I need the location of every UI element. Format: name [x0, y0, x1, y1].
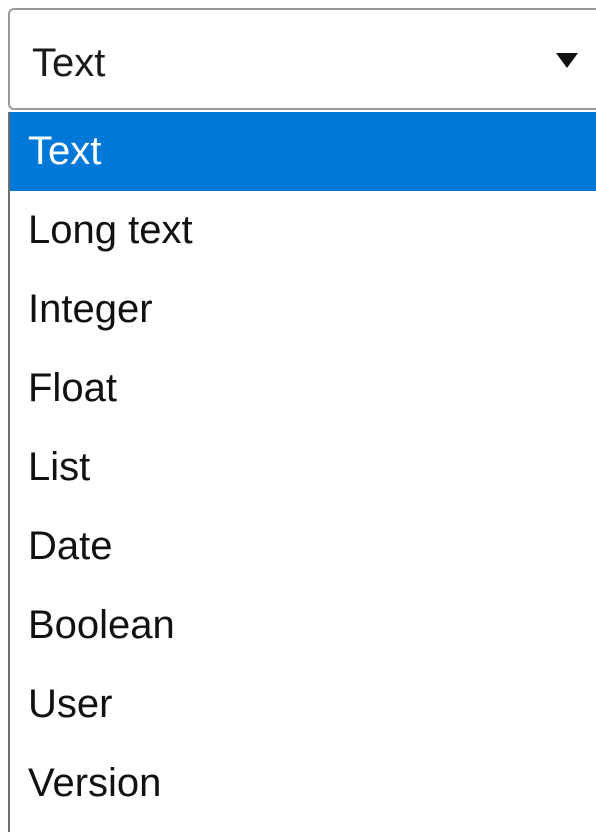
dropdown-list: Text Long text Integer Float List Date B… [8, 112, 596, 832]
option-user[interactable]: User [10, 665, 596, 744]
select-current-value: Text [32, 41, 106, 85]
option-integer[interactable]: Integer [10, 270, 596, 349]
field-type-select[interactable]: Text [8, 8, 596, 110]
option-float[interactable]: Float [10, 349, 596, 428]
option-boolean[interactable]: Boolean [10, 586, 596, 665]
option-text[interactable]: Text [10, 112, 596, 191]
option-list[interactable]: List [10, 428, 596, 507]
option-date[interactable]: Date [10, 507, 596, 586]
triangle-down-icon[interactable] [556, 53, 578, 68]
option-version[interactable]: Version [10, 744, 596, 823]
option-long-text[interactable]: Long text [10, 191, 596, 270]
